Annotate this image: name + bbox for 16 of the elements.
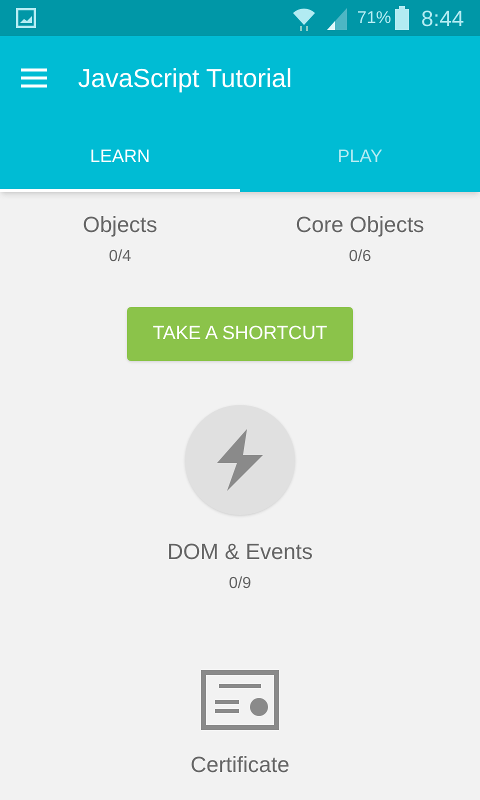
shortcut-button[interactable]: TAKE A SHORTCUT bbox=[127, 307, 353, 361]
signal-icon bbox=[325, 6, 350, 30]
module-title: DOM & Events bbox=[167, 538, 313, 566]
menu-icon[interactable] bbox=[20, 67, 48, 89]
app-title: JavaScript Tutorial bbox=[78, 62, 292, 94]
battery-icon bbox=[395, 6, 410, 30]
lesson-title[interactable]: Core Objects bbox=[296, 208, 424, 241]
certificate-label: Certificate bbox=[190, 751, 290, 779]
certificate-icon[interactable] bbox=[201, 670, 279, 730]
battery-percentage: 71% bbox=[357, 7, 392, 30]
lightning-icon bbox=[217, 429, 263, 491]
tab[interactable]: PLAY bbox=[240, 120, 480, 192]
clock: 8:44 bbox=[421, 4, 464, 32]
image-icon bbox=[16, 8, 36, 28]
lesson-title[interactable]: Objects bbox=[82, 208, 158, 241]
tab[interactable]: LEARN bbox=[0, 120, 240, 192]
